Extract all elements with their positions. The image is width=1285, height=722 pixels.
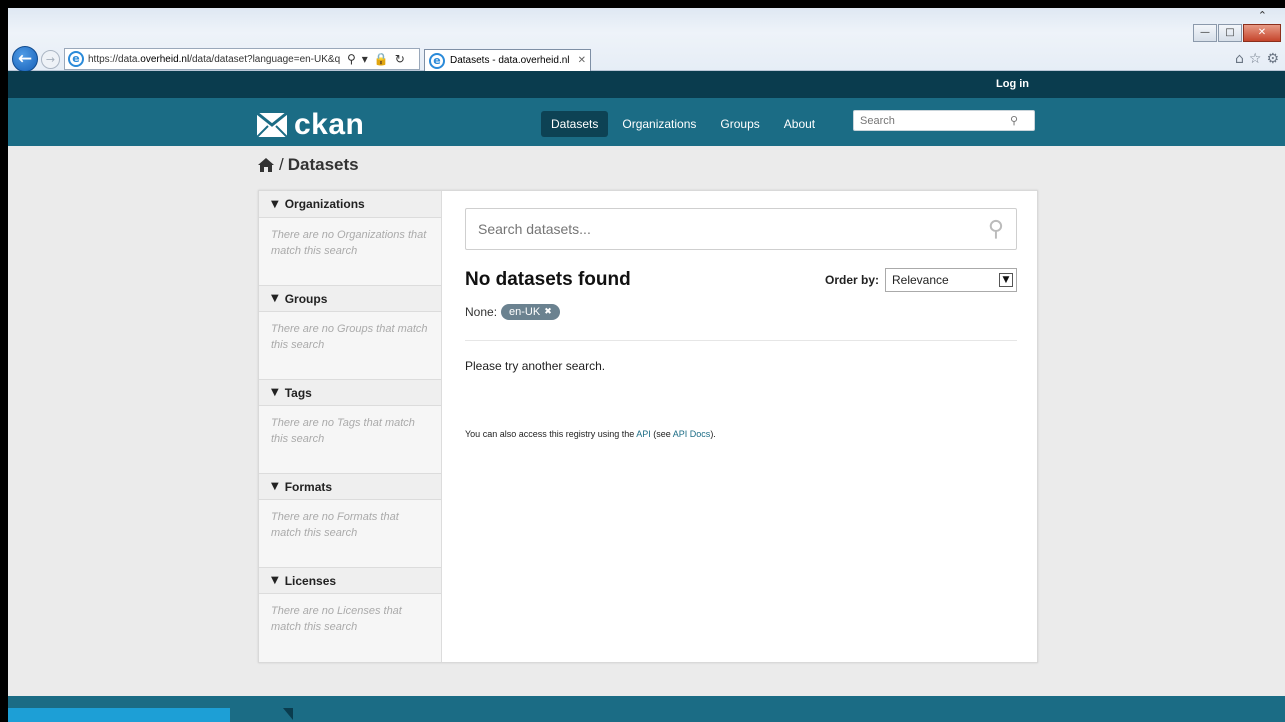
facet-heading-groups: ▼ Groups [259,285,441,312]
toolbar-icons: ⌂ ☆ ⚙ [1235,51,1279,67]
order-by: Order by: Relevance ▼ [825,268,1017,292]
lock-icon[interactable]: 🔒 [374,52,389,66]
facet-empty-formats: There are no Formats that match this sea… [271,511,399,539]
dataset-search: ⚲ [465,208,1017,250]
facet-empty-organizations: There are no Organizations that match th… [271,229,427,257]
login-link[interactable]: Log in [996,78,1029,90]
taskbar-strip [8,708,230,722]
star-icon[interactable]: ☆ [1249,51,1262,67]
footer-notch [283,708,293,720]
nav-groups[interactable]: Groups [710,111,769,137]
divider [465,340,1017,341]
filter-icon: ▼ [271,387,279,398]
no-results-message: Please try another search. [465,359,606,373]
active-filters: None: en-UK ✖ [465,304,1017,320]
facet-heading-tags: ▼ Tags [259,379,441,406]
site-search: ⚲ [853,110,1035,131]
breadcrumb-current[interactable]: Datasets [288,155,359,175]
search-icon[interactable]: ⚲ [1010,114,1018,127]
results-area: ⚲ No datasets found Order by: Relevance … [465,208,1017,439]
window-controls: — □ ✕ [1193,24,1281,42]
filter-pill-label: en-UK [509,306,541,318]
account-bar: Log in [8,71,1285,98]
envelope-logo-icon [256,111,288,138]
facet-empty-tags: There are no Tags that match this search [271,417,415,445]
address-bar[interactable]: e https://data.overheid.nl/data/dataset?… [64,48,420,70]
chevron-up-icon[interactable]: ⌃ [1258,9,1267,22]
breadcrumb: / Datasets [257,155,359,175]
ie-logo-icon: e [68,51,84,67]
content-panel: ▼ Organizations There are no Organization… [258,190,1038,663]
remove-filter-icon[interactable]: ✖ [544,307,552,317]
filter-icon: ▼ [271,575,279,586]
facet-empty-groups: There are no Groups that match this sear… [271,323,428,351]
url-text[interactable]: https://data.overheid.nl/data/dataset?la… [88,54,343,65]
breadcrumb-separator: / [279,155,284,174]
search-icon[interactable]: ⚲ [988,217,1004,242]
home-icon[interactable] [257,157,275,173]
api-note: You can also access this registry using … [465,429,716,439]
facet-empty-licenses: There are no Licenses that match this se… [271,605,402,633]
result-title: No datasets found [465,269,631,290]
forward-arrow-icon[interactable]: → [41,50,60,69]
browser-tab[interactable]: e Datasets - data.overheid.nl ✕ [424,49,591,71]
magnifier-icon[interactable]: ⚲ [347,52,356,66]
ckan-logo[interactable]: ckan [256,108,365,142]
browser-chrome: ⌃ — □ ✕ ← → e https://data.overheid.nl/d… [8,8,1285,72]
filter-icon: ▼ [271,481,279,492]
logo-text: ckan [294,108,365,141]
filter-icon: ▼ [271,198,279,210]
main-nav: Datasets Organizations Groups About [541,111,825,137]
back-arrow-icon[interactable]: ← [12,46,38,72]
nav-organizations[interactable]: Organizations [612,111,706,137]
minimize-button[interactable]: — [1193,24,1217,42]
refresh-icon[interactable]: ↻ [395,52,405,66]
order-by-select[interactable]: Relevance ▼ [885,268,1017,292]
dataset-search-input[interactable] [478,221,988,237]
order-by-value: Relevance [892,273,949,287]
restore-button[interactable]: □ [1218,24,1242,42]
api-link[interactable]: API [636,429,651,439]
close-window-button[interactable]: ✕ [1243,24,1281,42]
filter-pill[interactable]: en-UK ✖ [501,304,560,320]
facet-heading-licenses: ▼ Licenses [259,567,441,594]
masthead: ckan Datasets Organizations Groups About… [8,98,1285,146]
result-header: No datasets found Order by: Relevance ▼ [465,268,1017,292]
nav-datasets[interactable]: Datasets [541,111,609,137]
ie-logo-icon: e [429,52,445,69]
gear-icon[interactable]: ⚙ [1266,51,1279,67]
facet-heading-formats: ▼ Formats [259,473,441,500]
chevron-down-icon[interactable]: ▾ [362,52,368,66]
filter-icon: ▼ [271,293,279,304]
chevron-down-icon[interactable]: ▼ [999,273,1013,287]
site-search-input[interactable] [860,114,1010,127]
screen: ⌃ — □ ✕ ← → e https://data.overheid.nl/d… [8,8,1285,722]
order-by-label: Order by: [824,273,879,287]
close-icon[interactable]: ✕ [578,55,586,66]
api-docs-link[interactable]: API Docs [673,429,711,439]
nav-about[interactable]: About [774,111,825,137]
address-icons: ⚲ ▾ 🔒 ↻ [347,52,405,66]
filter-label: None: [465,305,498,319]
facet-heading-organizations: ▼ Organizations [259,191,441,218]
facet-sidebar: ▼ Organizations There are no Organization… [259,191,442,662]
tab-title: Datasets - data.overheid.nl [450,55,570,66]
home-icon[interactable]: ⌂ [1235,51,1244,67]
